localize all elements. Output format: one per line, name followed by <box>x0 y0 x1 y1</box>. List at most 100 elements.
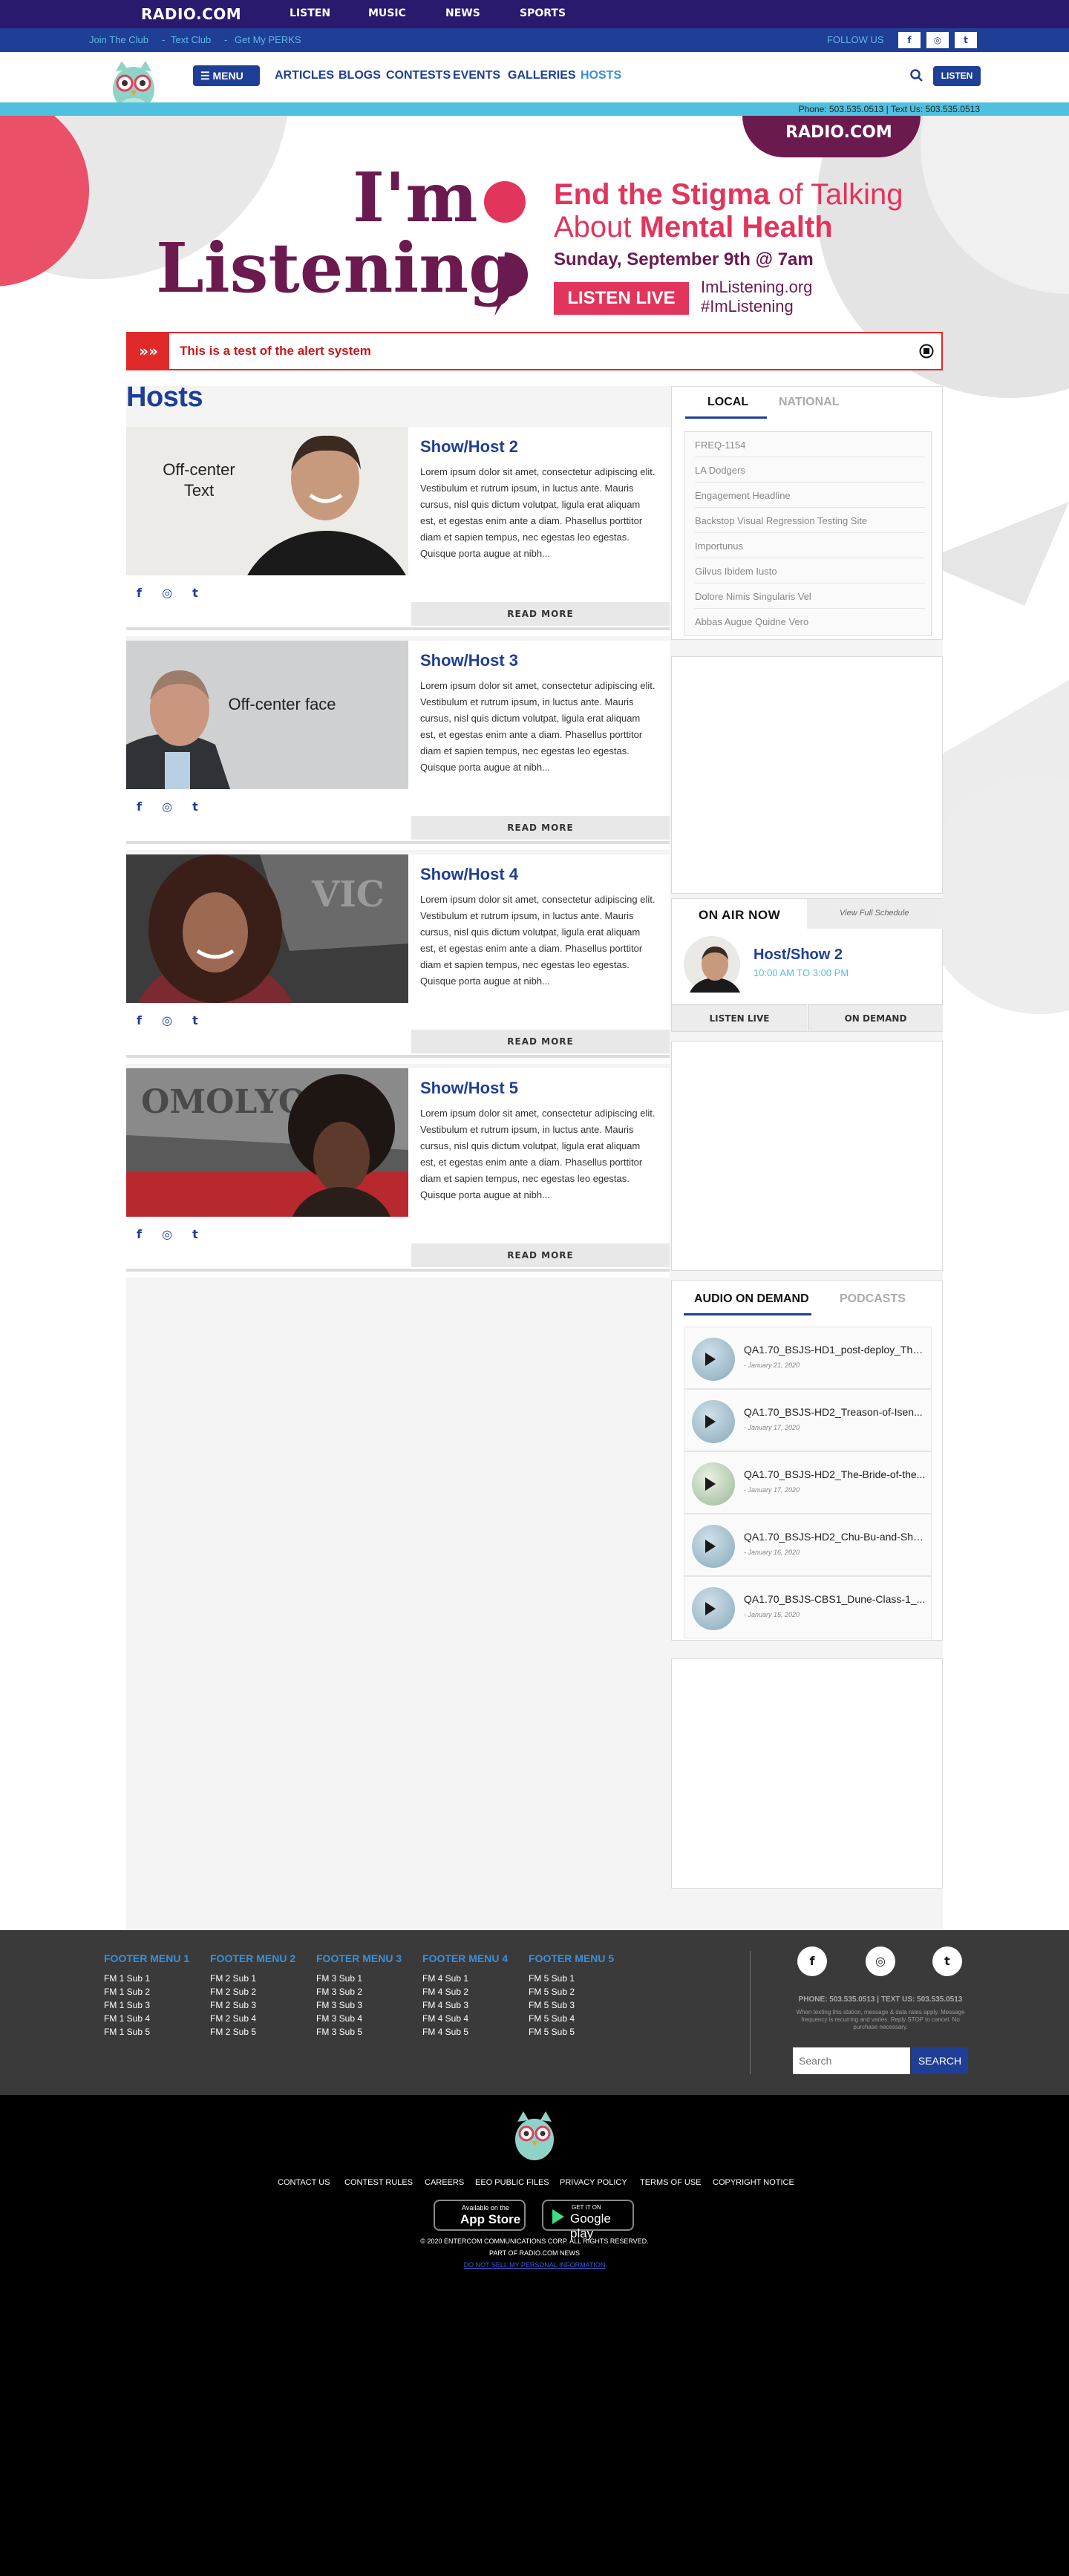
instagram-icon[interactable]: ◎ <box>866 1946 895 1976</box>
footer-link[interactable]: FM 1 Sub 4 <box>104 2012 189 2025</box>
listen-button[interactable]: LISTEN <box>933 66 981 86</box>
audio-title[interactable]: QA1.70_BSJS-HD2_The-Bride-of-the... <box>744 1468 926 1480</box>
facebook-icon[interactable]: f <box>137 800 142 814</box>
footer-link[interactable]: FM 4 Sub 2 <box>422 1985 508 1998</box>
radio-logo[interactable]: RADIO.COM <box>141 5 241 23</box>
perks-link[interactable]: Get My PERKS <box>235 34 301 45</box>
facebook-icon[interactable]: f <box>137 1013 142 1027</box>
footer-bottom-link[interactable]: EEO PUBLIC FILES <box>475 2178 549 2187</box>
footer-link[interactable]: FM 4 Sub 1 <box>422 1972 508 1985</box>
do-not-sell-link[interactable]: DO NOT SELL MY PERSONAL INFORMATION <box>0 2261 1069 2269</box>
host-name[interactable]: Show/Host 5 <box>420 1079 518 1098</box>
instagram-icon[interactable]: ◎ <box>162 1013 172 1027</box>
read-more-button[interactable]: READ MORE <box>411 816 670 840</box>
footer-link[interactable]: FM 4 Sub 5 <box>422 2025 508 2039</box>
host-photo[interactable]: VIC <box>126 854 408 1003</box>
twitter-icon[interactable]: t <box>932 1946 962 1976</box>
join-club-link[interactable]: Join The Club <box>89 34 148 45</box>
menu-button[interactable]: ☰ MENU <box>193 65 260 86</box>
footer-link[interactable]: FM 1 Sub 2 <box>104 1985 189 1998</box>
news-item[interactable]: FREQ-1154 <box>695 439 925 457</box>
tab-audio-on-demand[interactable]: AUDIO ON DEMAND <box>694 1292 809 1306</box>
instagram-icon[interactable]: ◎ <box>162 1227 172 1241</box>
footer-link[interactable]: FM 1 Sub 1 <box>104 1972 189 1985</box>
text-club-link[interactable]: Text Club <box>171 34 211 45</box>
read-more-button[interactable]: READ MORE <box>411 602 670 626</box>
host-photo[interactable]: Off-center face <box>126 641 408 789</box>
footer-link[interactable]: FM 5 Sub 5 <box>529 2025 614 2039</box>
footer-link[interactable]: FM 3 Sub 1 <box>316 1972 402 1985</box>
play-icon[interactable] <box>705 1353 716 1366</box>
instagram-icon[interactable]: ◎ <box>162 800 172 814</box>
footer-menu-title[interactable]: FOOTER MENU 4 <box>422 1952 508 1964</box>
nav-blogs[interactable]: BLOGS <box>339 69 381 82</box>
footer-link[interactable]: FM 5 Sub 3 <box>529 1998 614 2012</box>
news-item[interactable]: Dolore Nimis Singularis Vel <box>695 591 925 609</box>
play-icon[interactable] <box>705 1415 716 1428</box>
footer-link[interactable]: FM 4 Sub 4 <box>422 2012 508 2025</box>
listen-live-button[interactable]: LISTEN LIVE <box>672 1004 807 1031</box>
audio-item[interactable]: QA1.70_BSJS-HD2_The-Bride-of-the... - Ja… <box>684 1451 932 1514</box>
footer-link[interactable]: FM 2 Sub 5 <box>210 2025 295 2039</box>
footer-link[interactable]: FM 3 Sub 3 <box>316 1998 402 2012</box>
twitter-icon[interactable]: t <box>192 1013 198 1027</box>
footer-link[interactable]: FM 2 Sub 1 <box>210 1972 295 1985</box>
google-play-badge[interactable]: GET IT ON Google play <box>542 2200 634 2240</box>
twitter-icon[interactable]: t <box>955 32 977 48</box>
schedule-tab[interactable]: View Full Schedule <box>807 899 943 929</box>
audio-title[interactable]: QA1.70_BSJS-HD1_post-deploy_The... <box>744 1344 926 1356</box>
footer-bottom-link[interactable]: CONTACT US <box>278 2178 330 2187</box>
news-item[interactable]: Gilvus Ibidem Iusto <box>695 566 925 583</box>
play-icon[interactable] <box>705 1477 716 1491</box>
twitter-icon[interactable]: t <box>192 586 198 600</box>
host-photo[interactable]: OMOLYO <box>126 1068 408 1217</box>
instagram-icon[interactable]: ◎ <box>162 586 172 600</box>
news-item[interactable]: LA Dodgers <box>695 465 925 483</box>
news-item[interactable]: Importunus <box>695 540 925 558</box>
host-name[interactable]: Show/Host 4 <box>420 865 518 884</box>
footer-bottom-link[interactable]: CONTEST RULES <box>344 2178 413 2187</box>
footer-bottom-link[interactable]: COPYRIGHT NOTICE <box>713 2178 794 2187</box>
nav-hosts[interactable]: HOSTS <box>581 69 621 82</box>
footer-search-button[interactable]: SEARCH <box>912 2047 968 2074</box>
nav-listen[interactable]: LISTEN <box>290 7 330 19</box>
footer-menu-title[interactable]: FOOTER MENU 3 <box>316 1952 402 1964</box>
facebook-icon[interactable]: f <box>137 586 142 600</box>
footer-link[interactable]: FM 2 Sub 4 <box>210 2012 295 2025</box>
play-icon[interactable] <box>705 1602 716 1615</box>
footer-menu-title[interactable]: FOOTER MENU 5 <box>529 1952 614 1964</box>
host-name[interactable]: Show/Host 3 <box>420 651 518 670</box>
search-icon[interactable] <box>910 69 923 82</box>
audio-title[interactable]: QA1.70_BSJS-CBS1_Dune-Class-1_... <box>744 1593 926 1605</box>
tab-podcasts[interactable]: PODCASTS <box>840 1292 906 1306</box>
nav-sports[interactable]: SPORTS <box>520 7 566 19</box>
footer-link[interactable]: FM 3 Sub 4 <box>316 2012 402 2025</box>
news-item[interactable]: Abbas Augue Quidne Vero <box>695 616 925 633</box>
host-photo[interactable]: Off-center Text <box>126 427 408 575</box>
instagram-icon[interactable]: ◎ <box>926 32 949 48</box>
footer-link[interactable]: FM 4 Sub 3 <box>422 1998 508 2012</box>
audio-item[interactable]: QA1.70_BSJS-CBS1_Dune-Class-1_... - Janu… <box>684 1576 932 1638</box>
footer-link[interactable]: FM 1 Sub 5 <box>104 2025 189 2039</box>
facebook-icon[interactable]: f <box>137 1227 142 1241</box>
nav-music[interactable]: MUSIC <box>368 7 406 19</box>
view-schedule-link[interactable]: View Full Schedule <box>840 909 909 918</box>
host-name[interactable]: Show/Host 2 <box>420 437 518 457</box>
footer-link[interactable]: FM 2 Sub 2 <box>210 1985 295 1998</box>
read-more-button[interactable]: READ MORE <box>411 1243 670 1267</box>
nav-contests[interactable]: CONTESTS <box>386 69 451 82</box>
nav-galleries[interactable]: GALLERIES <box>508 69 576 82</box>
on-demand-button[interactable]: ON DEMAND <box>808 1004 943 1031</box>
read-more-button[interactable]: READ MORE <box>411 1030 670 1053</box>
audio-item[interactable]: QA1.70_BSJS-HD1_post-deploy_The... - Jan… <box>684 1327 932 1389</box>
facebook-icon[interactable]: f <box>898 32 921 48</box>
footer-link[interactable]: FM 2 Sub 3 <box>210 1998 295 2012</box>
nav-events[interactable]: EVENTS <box>453 69 500 82</box>
footer-link[interactable]: FM 3 Sub 2 <box>316 1985 402 1998</box>
footer-link[interactable]: FM 1 Sub 3 <box>104 1998 189 2012</box>
twitter-icon[interactable]: t <box>192 800 198 814</box>
nav-articles[interactable]: ARTICLES <box>275 69 334 82</box>
facebook-icon[interactable]: f <box>797 1946 827 1976</box>
footer-link[interactable]: FM 5 Sub 4 <box>529 2012 614 2025</box>
close-icon[interactable] <box>919 344 934 359</box>
